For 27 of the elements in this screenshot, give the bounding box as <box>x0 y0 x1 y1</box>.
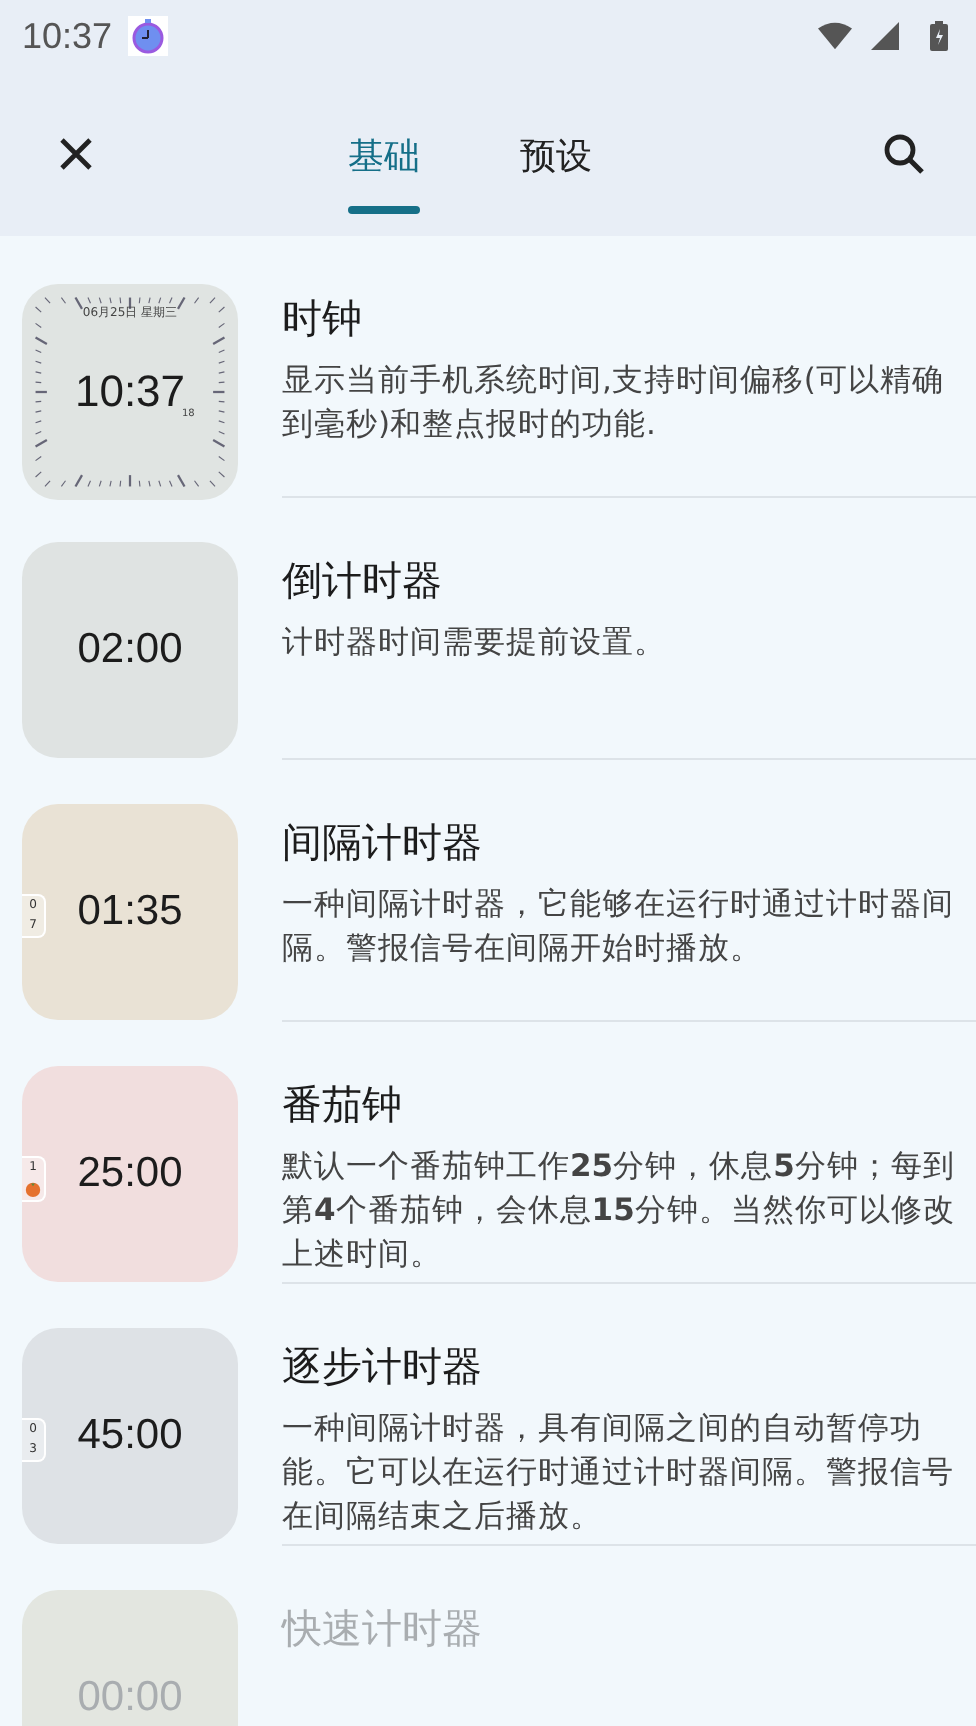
timer-time: 00:00 <box>77 1674 183 1722</box>
item-title: 番茄钟 <box>282 1078 404 1132</box>
battery-icon <box>930 20 948 52</box>
item-description: 一种间隔计时器，具有间隔之间的自动暂停功能。它可以在运行时通过计时器间隔。警报信号在间隔结束之后播放。 <box>282 1408 956 1538</box>
search-icon <box>882 132 926 176</box>
item-description: 显示当前手机系统时间,支持时间偏移(可以精确到毫秒)和整点报时的功能. <box>282 360 946 446</box>
timer-time: 25:00 <box>77 1150 183 1198</box>
item-title: 倒计时器 <box>282 554 444 608</box>
tab[interactable]: 基础 <box>324 94 444 234</box>
timer-list-item[interactable]: 02:00 倒计时器 计时器时间需要提前设置。 <box>0 498 976 760</box>
timer-time: 45:00 <box>77 1412 183 1460</box>
item-title: 逐步计时器 <box>282 1340 484 1394</box>
tab[interactable]: 预设 <box>496 94 616 234</box>
timer-time: 01:35 <box>77 888 183 936</box>
item-title: 时钟 <box>282 292 364 346</box>
signal-icon <box>868 22 902 50</box>
item-title: 快速计时器 <box>282 1602 484 1656</box>
stopwatch-icon <box>128 16 169 56</box>
item-description: 默认一个番茄钟工作25分钟，休息5分钟；每到第4个番茄钟，会休息15分钟。当然你可以修改上述时间。 <box>282 1146 957 1276</box>
timer-time: 02:00 <box>77 626 183 674</box>
wifi-icon <box>818 22 852 50</box>
status-time: 10:37 <box>22 15 113 57</box>
item-description: 计时器时间需要提前设置。 <box>282 622 668 664</box>
item-description: 一种间隔计时器，它能够在运行时通过计时器间隔。警报信号在间隔开始时播放。 <box>282 884 956 970</box>
tomato-icon <box>24 1180 42 1198</box>
item-title: 间隔计时器 <box>282 816 484 870</box>
close-icon <box>56 134 96 174</box>
